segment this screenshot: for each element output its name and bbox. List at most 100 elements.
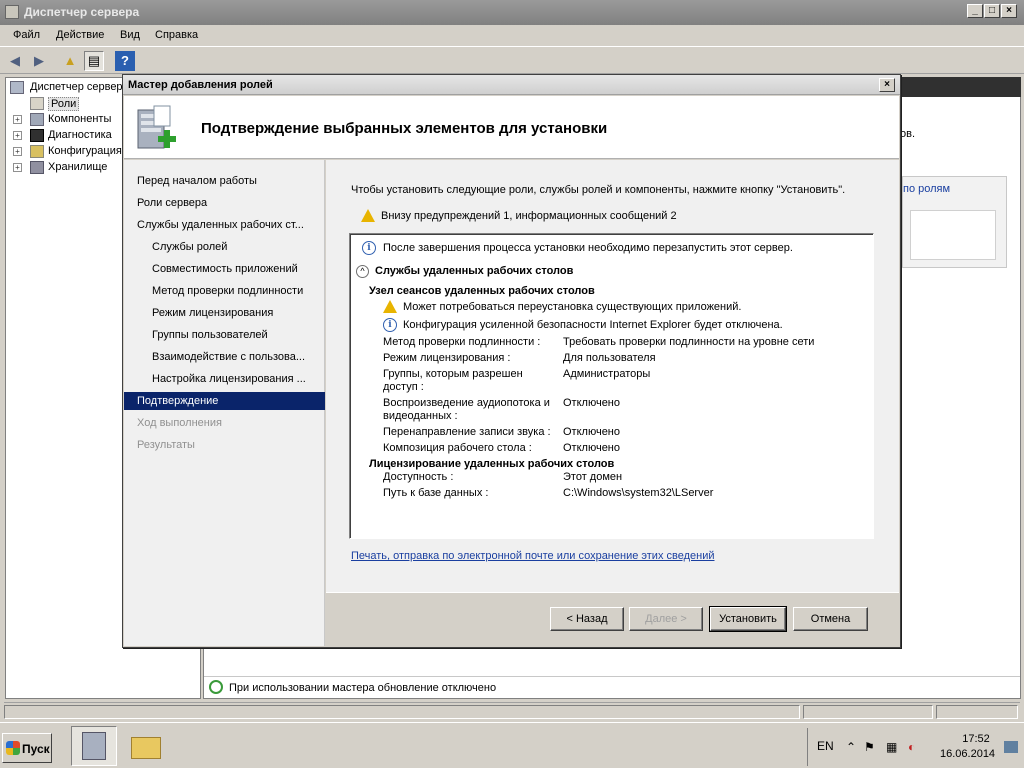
maximize-icon[interactable]: □ xyxy=(984,4,1000,18)
collapse-icon[interactable]: ^ xyxy=(356,265,369,278)
prop-key-cont: видеоданных : xyxy=(383,410,458,422)
roles-summary-link[interactable]: по ролям xyxy=(903,183,950,195)
info-message: Конфигурация усиленной безопасности Inte… xyxy=(403,319,783,331)
prop-value: Для пользователя xyxy=(563,352,656,364)
nav-confirmation-label: Подтверждение xyxy=(137,395,219,407)
menubar: Файл Действие Вид Справка xyxy=(0,25,1024,46)
wizard-title: Мастер добавления ролей xyxy=(128,79,273,91)
nav-progress: Ход выполнения xyxy=(137,417,222,429)
language-indicator[interactable]: EN xyxy=(817,739,834,753)
close-icon[interactable]: × xyxy=(1001,4,1017,18)
prop-key: Путь к базе данных : xyxy=(383,487,489,499)
back-button[interactable]: < Назад xyxy=(550,607,624,631)
prop-key-cont: доступ : xyxy=(383,381,424,393)
show-tree-icon[interactable]: ▤ xyxy=(84,51,104,71)
warning-icon xyxy=(383,300,397,313)
up-folder-icon[interactable]: ▲ xyxy=(60,51,80,71)
warning-message: Может потребоваться переустановка сущест… xyxy=(403,301,742,313)
wizard-header: Подтверждение выбранных элементов для ус… xyxy=(124,96,899,159)
cancel-button[interactable]: Отмена xyxy=(793,607,868,631)
back-arrow-icon[interactable]: ◀ xyxy=(5,51,25,71)
prop-key: Режим лицензирования : xyxy=(383,352,511,364)
expand-icon[interactable]: + xyxy=(13,163,22,172)
prop-value: Администраторы xyxy=(563,368,651,380)
help-icon[interactable]: ? xyxy=(115,51,135,71)
menu-help[interactable]: Справка xyxy=(155,29,198,41)
nav-licensing-mode[interactable]: Режим лицензирования xyxy=(152,307,273,319)
menu-file[interactable]: Файл xyxy=(13,29,40,41)
details-text-fragment: ов. xyxy=(900,128,916,140)
storage-icon xyxy=(30,161,44,174)
wizard-titlebar: Мастер добавления ролей × xyxy=(123,75,900,95)
details-header-bar xyxy=(900,77,1021,97)
start-button[interactable]: Пуск xyxy=(2,733,52,763)
clock-date[interactable]: 16.06.2014 xyxy=(940,748,995,760)
main-window-titlebar: Диспетчер сервера _ □ × xyxy=(0,0,1024,25)
features-icon xyxy=(30,113,44,126)
taskbar-server-manager[interactable] xyxy=(71,726,117,766)
configuration-icon xyxy=(30,145,44,158)
page-title: Подтверждение выбранных элементов для ус… xyxy=(201,120,608,137)
server-manager-icon xyxy=(82,732,106,760)
windows-logo-icon xyxy=(6,741,20,755)
server-manager-icon xyxy=(5,5,19,19)
nav-user-groups[interactable]: Группы пользователей xyxy=(152,329,268,341)
menu-view[interactable]: Вид xyxy=(120,29,140,41)
status-text: При использовании мастера обновление отк… xyxy=(229,682,497,694)
info-icon: i xyxy=(362,241,376,255)
prop-key: Группы, которым разрешен xyxy=(383,368,523,380)
forward-arrow-icon[interactable]: ▶ xyxy=(29,51,49,71)
refresh-icon xyxy=(209,680,223,694)
wizard-nav: Перед началом работы Роли сервера Службы… xyxy=(124,160,325,646)
taskbar-explorer[interactable] xyxy=(122,726,168,766)
roles-summary-inner xyxy=(910,210,996,260)
menu-action[interactable]: Действие xyxy=(56,29,104,41)
network-icon[interactable]: ▦ xyxy=(886,740,897,754)
prop-key: Композиция рабочего стола : xyxy=(383,442,532,454)
nav-role-services[interactable]: Службы ролей xyxy=(152,241,227,253)
nav-before-you-begin[interactable]: Перед началом работы xyxy=(137,175,257,187)
prop-value: Отключено xyxy=(563,426,620,438)
nav-user-experience[interactable]: Взаимодействие с пользова... xyxy=(152,351,305,363)
nav-remote-desktop-services[interactable]: Службы удаленных рабочих ст... xyxy=(137,219,304,231)
intro-text: Чтобы установить следующие роли, службы … xyxy=(351,184,846,196)
system-tray: EN ⌃ ⚑ ▦ ◐ 17:52 16.06.2014 xyxy=(807,728,1023,766)
prop-value: Отключено xyxy=(563,442,620,454)
nav-server-roles[interactable]: Роли сервера xyxy=(137,197,207,209)
main-window-title: Диспетчер сервера xyxy=(24,5,140,19)
nav-confirmation[interactable]: Подтверждение xyxy=(124,392,325,410)
prop-value: Отключено xyxy=(563,397,620,409)
prop-key: Перенаправление записи звука : xyxy=(383,426,551,438)
expand-icon[interactable]: + xyxy=(13,147,22,156)
subsection-licensing: Лицензирование удаленных рабочих столов xyxy=(369,458,615,470)
nav-licensing-config[interactable]: Настройка лицензирования ... xyxy=(152,373,306,385)
restart-info: После завершения процесса установки необ… xyxy=(383,242,793,254)
confirmation-summary: i После завершения процесса установки не… xyxy=(349,233,874,539)
statusbar-pane xyxy=(4,705,800,719)
minimize-icon[interactable]: _ xyxy=(967,4,983,18)
chevron-up-icon[interactable]: ⌃ xyxy=(846,740,856,754)
server-icon xyxy=(10,81,24,94)
show-desktop-icon[interactable] xyxy=(1004,741,1018,753)
prop-value: Требовать проверки подлинности на уровне… xyxy=(563,336,815,348)
toolbar: ◀ ▶ ▲ ▤ ? xyxy=(0,46,1024,74)
prop-key: Доступность : xyxy=(383,471,454,483)
clock-time[interactable]: 17:52 xyxy=(956,733,996,745)
prop-key: Воспроизведение аудиопотока и xyxy=(383,397,550,409)
status-row: При использовании мастера обновление отк… xyxy=(204,676,1020,698)
close-icon[interactable]: × xyxy=(879,78,895,92)
expand-icon[interactable]: + xyxy=(13,131,22,140)
nav-results: Результаты xyxy=(137,439,195,451)
expand-icon[interactable]: + xyxy=(13,115,22,124)
prop-key: Метод проверки подлинности : xyxy=(383,336,541,348)
diagnostics-icon xyxy=(30,129,44,142)
nav-app-compatibility[interactable]: Совместимость приложений xyxy=(152,263,298,275)
warning-icon xyxy=(361,209,375,222)
print-link[interactable]: Печать, отправка по электронной почте ил… xyxy=(351,550,715,562)
nav-authentication-method[interactable]: Метод проверки подлинности xyxy=(152,285,303,297)
flag-icon[interactable]: ⚑ xyxy=(864,740,875,754)
prop-value: C:\Windows\system32\LServer xyxy=(563,487,714,499)
volume-muted-icon[interactable]: ◐ xyxy=(908,740,915,754)
install-button[interactable]: Установить xyxy=(709,606,787,632)
info-icon: i xyxy=(383,318,397,332)
